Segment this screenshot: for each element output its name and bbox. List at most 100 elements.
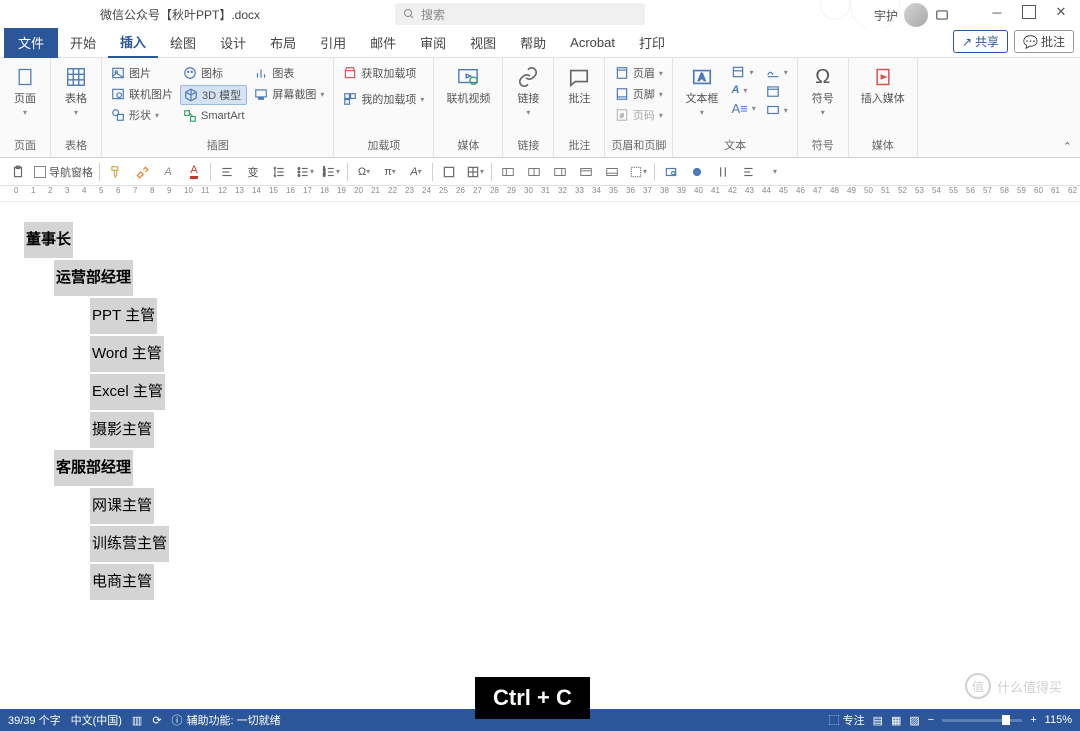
- header-button[interactable]: 页眉▾: [612, 64, 666, 82]
- tab-home[interactable]: 开始: [58, 28, 108, 58]
- datetime-button[interactable]: [763, 83, 791, 99]
- misc-btn-2[interactable]: [687, 162, 707, 182]
- tab-mailings[interactable]: 邮件: [358, 28, 408, 58]
- phonetic-button[interactable]: 变: [243, 162, 263, 182]
- tab-insert[interactable]: 插入: [108, 28, 158, 58]
- 3d-models-button[interactable]: 3D 模型: [180, 85, 247, 105]
- search-box[interactable]: 搜索: [395, 3, 645, 25]
- zoom-thumb[interactable]: [1002, 715, 1010, 725]
- display-settings-icon[interactable]: ▥: [132, 714, 142, 727]
- shapes-button[interactable]: 形状▾: [108, 106, 176, 124]
- chart-button[interactable]: 图表: [251, 64, 327, 82]
- tab-acrobat[interactable]: Acrobat: [558, 28, 627, 58]
- smartart-button[interactable]: SmartArt: [180, 108, 247, 124]
- textbox-button[interactable]: A文本框▾: [679, 64, 724, 119]
- comment-button[interactable]: 批注: [560, 64, 598, 108]
- quickparts-button[interactable]: ▾: [728, 64, 758, 80]
- insert-media-button[interactable]: 插入媒体: [855, 64, 911, 108]
- zoom-value[interactable]: 115%: [1045, 714, 1072, 726]
- table-btn-3[interactable]: [550, 162, 570, 182]
- nav-pane-checkbox[interactable]: 导航窗格: [34, 164, 93, 180]
- ribbon-mode-icon[interactable]: [934, 8, 950, 22]
- tab-design[interactable]: 设计: [208, 28, 258, 58]
- print-layout-icon[interactable]: ▦: [891, 714, 901, 727]
- focus-mode[interactable]: ⬚ 专注: [829, 712, 865, 728]
- case-button[interactable]: A▾: [406, 162, 426, 182]
- separator: [654, 163, 655, 181]
- misc-btn-4[interactable]: [739, 162, 759, 182]
- font-color-button[interactable]: A: [184, 162, 204, 182]
- tab-draw[interactable]: 绘图: [158, 28, 208, 58]
- pi-button[interactable]: π▾: [380, 162, 400, 182]
- minimize-button[interactable]: ─: [982, 0, 1012, 24]
- tab-print[interactable]: 打印: [627, 28, 677, 58]
- paste-button[interactable]: [8, 162, 28, 182]
- numbering-button[interactable]: 123▾: [321, 162, 341, 182]
- tab-references[interactable]: 引用: [308, 28, 358, 58]
- page-button[interactable]: 页面▾: [6, 64, 44, 119]
- overflow-button[interactable]: ▾: [765, 162, 785, 182]
- table-btn-4[interactable]: [576, 162, 596, 182]
- pagenum-button[interactable]: #页码▾: [612, 106, 666, 124]
- screenshot-icon: [254, 87, 268, 101]
- chevron-down-icon: ▾: [659, 69, 663, 78]
- tab-help[interactable]: 帮助: [508, 28, 558, 58]
- omega-button[interactable]: Ω▾: [354, 162, 374, 182]
- zoom-slider[interactable]: [942, 719, 1022, 722]
- screenshot-button[interactable]: 屏幕截图▾: [251, 85, 327, 103]
- dropcap-button[interactable]: A≡▾: [728, 100, 758, 117]
- my-addins-button[interactable]: 我的加载项▾: [340, 90, 427, 108]
- zoom-out-button[interactable]: −: [928, 714, 934, 726]
- zoom-in-button[interactable]: +: [1030, 714, 1036, 726]
- table-btn-2[interactable]: [524, 162, 544, 182]
- file-tab[interactable]: 文件: [4, 28, 58, 58]
- tab-view[interactable]: 视图: [458, 28, 508, 58]
- footer-button[interactable]: 页脚▾: [612, 85, 666, 103]
- table-btn-1[interactable]: [498, 162, 518, 182]
- watermark-icon: 值: [965, 673, 991, 699]
- ruler[interactable]: 0123456789101112131415161718192021222324…: [0, 186, 1080, 202]
- misc-btn-3[interactable]: [713, 162, 733, 182]
- comments-button[interactable]: 💬批注: [1014, 30, 1074, 53]
- share-button[interactable]: ↗共享: [953, 30, 1008, 53]
- collapse-ribbon-icon[interactable]: ⌃: [1063, 140, 1072, 153]
- insert-row-button[interactable]: [439, 162, 459, 182]
- word-count[interactable]: 39/39 个字: [8, 712, 61, 728]
- window-controls: ─ ✕: [982, 0, 1076, 24]
- format-painter-button[interactable]: [106, 162, 126, 182]
- store-icon: [343, 66, 357, 80]
- icons-button[interactable]: 图标: [180, 64, 247, 82]
- table-button[interactable]: 表格▾: [57, 64, 95, 119]
- wordart-button[interactable]: A▾: [728, 83, 758, 97]
- icons-icon: [183, 66, 197, 80]
- macro-icon[interactable]: ⟳: [152, 714, 161, 727]
- highlight-button[interactable]: [132, 162, 152, 182]
- language[interactable]: 中文(中国): [71, 712, 122, 728]
- object-button[interactable]: ▾: [763, 102, 791, 118]
- align-button[interactable]: [217, 162, 237, 182]
- online-video-button[interactable]: 联机视频: [440, 64, 496, 108]
- tab-layout[interactable]: 布局: [258, 28, 308, 58]
- online-pictures-button[interactable]: 联机图片: [108, 85, 176, 103]
- table-dropdown[interactable]: ▾: [465, 162, 485, 182]
- link-button[interactable]: 链接▾: [509, 64, 547, 119]
- linespacing-button[interactable]: [269, 162, 289, 182]
- symbol-button[interactable]: Ω符号▾: [804, 64, 842, 119]
- table-btn-5[interactable]: [602, 162, 622, 182]
- signature-button[interactable]: ▾: [763, 64, 791, 80]
- accessibility[interactable]: ⓘ辅助功能: 一切就绪: [172, 712, 281, 728]
- read-mode-icon[interactable]: ▤: [873, 714, 883, 727]
- misc-btn-1[interactable]: [661, 162, 681, 182]
- maximize-button[interactable]: [1014, 0, 1044, 24]
- tab-review[interactable]: 审阅: [408, 28, 458, 58]
- web-layout-icon[interactable]: ▨: [909, 714, 919, 727]
- document-canvas[interactable]: 董事长 运营部经理 PPT 主管 Word 主管 Excel 主管 摄影主管 客…: [0, 202, 1080, 672]
- bullets-button[interactable]: ▾: [295, 162, 315, 182]
- chevron-down-icon: ▾: [420, 95, 424, 104]
- borders-button[interactable]: ▾: [628, 162, 648, 182]
- pictures-button[interactable]: 图片: [108, 64, 176, 82]
- avatar[interactable]: [904, 3, 928, 27]
- clear-format-button[interactable]: A: [158, 162, 178, 182]
- close-button[interactable]: ✕: [1046, 0, 1076, 24]
- get-addins-button[interactable]: 获取加载项: [340, 64, 427, 82]
